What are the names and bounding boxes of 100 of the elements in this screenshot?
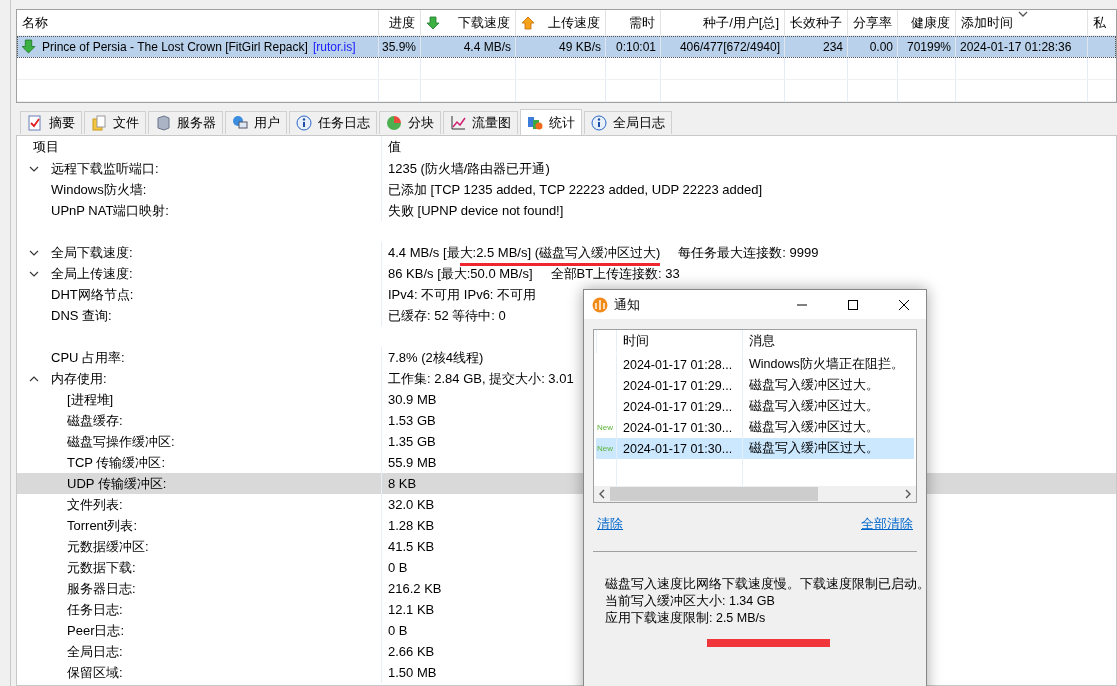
- notification-row[interactable]: 2024-01-17 01:29... 磁盘写入缓冲区过大。: [596, 375, 914, 396]
- maximize-icon[interactable]: [846, 298, 859, 311]
- close-icon[interactable]: [897, 298, 910, 311]
- stat-label: 全局日志:: [67, 642, 123, 661]
- tab[interactable]: 摘要: [20, 111, 82, 134]
- down-arrow-icon: [21, 39, 36, 54]
- column-header[interactable]: 私: [1088, 10, 1116, 35]
- horizontal-scrollbar[interactable]: [594, 486, 916, 502]
- stat-label: Torrent列表:: [67, 516, 138, 535]
- stat-value: 工作集: 2.84 GB, 提交大小: 3.01: [388, 369, 574, 388]
- stat-value: 4.4 MB/s [最大:2.5 MB/s] (磁盘写入缓冲区过大): [388, 243, 661, 262]
- column-header[interactable]: 分享率: [848, 10, 898, 35]
- table-cell: 234: [822, 39, 843, 54]
- column-header[interactable]: 下载速度: [421, 10, 516, 35]
- stat-value: 30.9 MB: [388, 392, 437, 407]
- notification-time: 2024-01-17 01:30...: [623, 441, 733, 456]
- notification-text: 应用下载速度限制: 2.5 MB/s: [605, 610, 766, 627]
- column-header[interactable]: 上传速度: [516, 10, 606, 35]
- column-header[interactable]: 需时: [606, 10, 661, 35]
- table-cell: 49 KB/s: [558, 39, 601, 54]
- column-header[interactable]: 健康度: [898, 10, 956, 35]
- stat-value: 1.28 KB: [388, 518, 435, 533]
- stat-label: Peer日志:: [67, 621, 125, 640]
- stat-value: 1235 (防火墙/路由器已开通): [388, 159, 550, 178]
- stat-label: DHT网络节点:: [51, 285, 134, 304]
- stat-label: UDP 传输缓冲区:: [67, 474, 167, 493]
- table-cell: 0.00: [869, 39, 893, 54]
- notification-row[interactable]: New 2024-01-17 01:30... 磁盘写入缓冲区过大。: [596, 438, 914, 459]
- notification-text: 当前写入缓冲区大小: 1.34 GB: [605, 593, 775, 610]
- stat-row[interactable]: 元数据缓冲区: 41.5 KB: [17, 536, 1116, 557]
- stat-row[interactable]: 全局上传速度: 86 KB/s [最大:50.0 MB/s] 全部BT上传连接数: 33: [17, 263, 1116, 284]
- tab[interactable]: 统计: [520, 109, 582, 135]
- stat-label: 全局下载速度:: [51, 243, 133, 262]
- stat-label: 远程下载监听端口:: [51, 159, 159, 178]
- column-header[interactable]: 名称: [17, 10, 379, 35]
- stat-value: 0 B: [388, 623, 408, 638]
- notification-row[interactable]: 2024-01-17 01:29... 磁盘写入缓冲区过大。: [596, 396, 914, 417]
- tab[interactable]: 流量图: [443, 111, 518, 134]
- notification-time: 2024-01-17 01:28...: [623, 357, 733, 372]
- blocks-icon: [527, 114, 543, 131]
- app-logo-icon: [592, 296, 608, 313]
- column-header[interactable]: 添加时间: [956, 10, 1088, 35]
- stat-row[interactable]: 保留区域: 1.50 MB: [17, 662, 1116, 683]
- column-header[interactable]: 时间: [623, 333, 649, 350]
- new-label: New: [596, 423, 613, 432]
- stat-label: 任务日志:: [67, 600, 123, 619]
- stat-label: CPU 占用率:: [51, 348, 125, 367]
- sort-caret-icon: [1018, 11, 1028, 17]
- stat-row[interactable]: 文件列表: 32.0 KB: [17, 494, 1116, 515]
- column-header[interactable]: 长效种子: [785, 10, 848, 35]
- column-header[interactable]: 项目: [27, 138, 59, 156]
- tab[interactable]: 用户: [225, 111, 287, 134]
- notification-message: 磁盘写入缓冲区过大。: [749, 398, 879, 415]
- stat-label: 磁盘缓存:: [67, 411, 123, 430]
- column-header[interactable]: 值: [388, 138, 401, 156]
- tab[interactable]: 全局日志: [584, 111, 672, 134]
- link[interactable]: 清除: [597, 515, 623, 533]
- stat-value: 216.2 KB: [388, 581, 442, 596]
- notification-row[interactable]: 2024-01-17 01:28... Windows防火墙正在阻拦。: [596, 354, 914, 375]
- column-header[interactable]: 消息: [749, 333, 775, 350]
- notification-time: 2024-01-17 01:29...: [623, 399, 733, 414]
- notification-time: 2024-01-17 01:29...: [623, 378, 733, 393]
- document-icon: [91, 115, 107, 131]
- up-arrow-icon: [521, 15, 535, 30]
- column-header[interactable]: 进度: [379, 10, 421, 35]
- info-icon: [296, 115, 312, 131]
- tab[interactable]: 任务日志: [289, 111, 377, 134]
- stat-row[interactable]: 全局下载速度: 4.4 MB/s [最大:2.5 MB/s] (磁盘写入缓冲区过大) 每任务最大连接数: 9999: [17, 242, 1116, 263]
- stat-label: 全局上传速度:: [51, 264, 133, 283]
- notification-message: 磁盘写入缓冲区过大。: [749, 419, 879, 436]
- down-arrow-icon: [426, 15, 440, 30]
- stat-label: 元数据下载:: [67, 558, 136, 577]
- stat-row[interactable]: Windows防火墙: 已添加 [TCP 1235 added, TCP 22223 added, UDP 22223 added]: [17, 179, 1116, 200]
- stat-row[interactable]: 全局日志: 2.66 KB: [17, 641, 1116, 662]
- tab[interactable]: 分块: [379, 111, 441, 134]
- stat-value: 0 B: [388, 560, 408, 575]
- notification-message: 磁盘写入缓冲区过大。: [749, 440, 879, 457]
- stat-value: 已缓存: 52 等待中: 0: [388, 306, 506, 325]
- link[interactable]: 全部清除: [861, 515, 913, 533]
- stat-value: IPv4: 不可用 IPv6: 不可用: [388, 285, 537, 304]
- stat-label: 文件列表:: [67, 495, 123, 514]
- checklist-icon: [27, 115, 43, 131]
- torrent-name: Prince of Persia - The Lost Crown [FitGirl Repack]: [42, 39, 308, 54]
- stat-row[interactable]: 远程下载监听端口: 1235 (防火墙/路由器已开通): [17, 158, 1116, 179]
- globe-monitor-icon: [232, 115, 248, 131]
- new-label: New: [596, 444, 613, 453]
- line-chart-icon: [450, 115, 466, 131]
- torrent-row[interactable]: Prince of Persia - The Lost Crown [FitGirl Repack] [rutor.is] 35.9% 4.4 MB/s 49 KB/s 0:10:01 406/477[672/4940] 234 0.00 70199% 2024-01-17 01:28:36: [17, 36, 1116, 58]
- stat-value: 已添加 [TCP 1235 added, TCP 22223 added, UDP 22223 added]: [388, 180, 763, 199]
- tab[interactable]: 服务器: [148, 111, 223, 134]
- info-icon: [591, 115, 607, 131]
- column-header[interactable]: 种子/用户[总]: [661, 10, 785, 35]
- tracker-link[interactable]: [rutor.is]: [312, 39, 356, 54]
- stat-row[interactable]: UPnP NAT端口映射: 失败 [UPNP device not found!]: [17, 200, 1116, 221]
- stat-label: DNS 查询:: [51, 306, 112, 325]
- tab[interactable]: 文件: [84, 111, 146, 134]
- stat-label: TCP 传输缓冲区:: [67, 453, 165, 472]
- stat-row[interactable]: 元数据下载: 0 B: [17, 557, 1116, 578]
- stat-value: 失败 [UPNP device not found!]: [388, 201, 564, 220]
- pie-chart-icon: [386, 115, 402, 131]
